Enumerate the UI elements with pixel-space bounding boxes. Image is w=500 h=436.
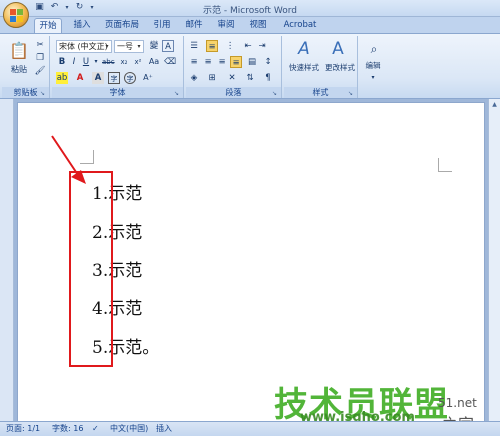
status-insert-mode[interactable]: 插入 [156,422,172,436]
status-bar: 页面: 1/1 字数: 16 ✓ 中文(中国) 插入 [0,421,500,436]
status-word-count[interactable]: 字数: 16 [52,422,83,436]
watermark-side: 51.net [438,396,477,410]
status-language[interactable]: 中文(中国) [110,422,148,436]
status-page[interactable]: 页面: 1/1 [6,422,40,436]
spelling-check-icon[interactable]: ✓ [92,422,99,436]
office-button[interactable] [3,2,29,28]
annotation-arrow-icon [51,135,86,184]
office-logo-icon [9,8,23,22]
